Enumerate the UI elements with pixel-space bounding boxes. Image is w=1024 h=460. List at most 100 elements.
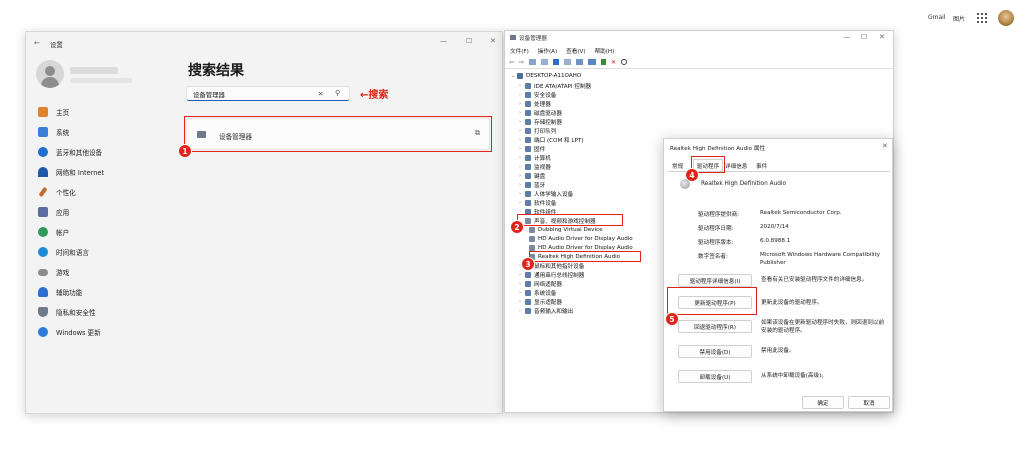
- search-icon[interactable]: ⚲: [335, 89, 340, 97]
- update-driver-icon[interactable]: [601, 59, 607, 65]
- device-icon: [525, 181, 531, 188]
- minimize-icon[interactable]: —: [440, 37, 447, 45]
- nav-accounts[interactable]: 帐户: [38, 225, 69, 239]
- device-icon: [525, 154, 531, 161]
- enable-device-icon[interactable]: [621, 59, 628, 65]
- dialog-close-icon[interactable]: ✕: [882, 142, 888, 150]
- tree-item[interactable]: › 端口 (COM 和 LPT): [519, 136, 584, 144]
- uninstall-device-desc: 从系统中卸载设备(高级)。: [761, 373, 827, 379]
- list-view-icon[interactable]: [541, 59, 549, 65]
- dialog-title: Realtek High Definition Audio 属性: [670, 146, 766, 152]
- detail-view-icon[interactable]: [564, 59, 572, 65]
- nav-privacy[interactable]: 隐私和安全性: [38, 305, 96, 319]
- driver-details-desc: 查看有关已安装驱动程序文件的详细信息。: [761, 277, 868, 283]
- tree-item[interactable]: › 安全设备: [519, 91, 556, 99]
- tree-item[interactable]: › 打印队列: [519, 127, 556, 135]
- devmgr-toolbar: ⇦ ⇨ ✕: [509, 57, 628, 67]
- nav-apps[interactable]: 应用: [38, 205, 69, 219]
- tree-item[interactable]: › 固件: [519, 145, 545, 153]
- tab-general[interactable]: 常规: [672, 162, 683, 170]
- menu-action[interactable]: 操作(A): [538, 47, 557, 55]
- accessibility-icon: [38, 287, 48, 297]
- rollback-driver-button[interactable]: 回退驱动程序(R): [678, 320, 752, 333]
- tree-root[interactable]: ⌄ DESKTOP-A11OAHO: [511, 72, 581, 80]
- highlight-realtek: [529, 251, 641, 262]
- devmgr-close-icon[interactable]: ✕: [879, 33, 885, 41]
- globe-icon: [38, 247, 48, 257]
- disable-device-button[interactable]: 禁用设备(D): [678, 345, 752, 358]
- nav-network[interactable]: 网络和 Internet: [38, 165, 104, 179]
- tree-item[interactable]: › 人体学输入设备: [519, 190, 573, 198]
- monitor-toolbar-icon[interactable]: [588, 59, 597, 65]
- user-name-redacted: [70, 67, 118, 74]
- images-link[interactable]: 图片: [953, 14, 965, 23]
- nav-bluetooth[interactable]: 蓝牙和其他设备: [38, 145, 102, 159]
- devmgr-minimize-icon[interactable]: —: [843, 33, 850, 41]
- properties-dialog: Realtek High Definition Audio 属性 ✕ 常规 驱动…: [663, 138, 893, 412]
- tree-item[interactable]: › 处理器: [519, 100, 551, 108]
- nav-gaming[interactable]: 游戏: [38, 265, 69, 279]
- tree-item[interactable]: Dubbing Virtual Device: [529, 226, 603, 234]
- clear-icon[interactable]: ✕: [318, 90, 323, 98]
- tree-item[interactable]: › 蓝牙: [519, 181, 545, 189]
- tree-item[interactable]: › 存储控制器: [519, 118, 562, 126]
- prop-value-version: 6.0.8988.1: [760, 238, 791, 244]
- nav-home[interactable]: 主页: [38, 105, 69, 119]
- tab-details[interactable]: 详细信息: [725, 162, 747, 170]
- driver-details-button[interactable]: 驱动程序详细信息(I): [678, 274, 752, 287]
- tree-item[interactable]: › 通用串行总线控制器: [519, 271, 584, 279]
- tree-item[interactable]: › 磁盘驱动器: [519, 109, 562, 117]
- prop-value-provider: Realtek Semiconductor Corp.: [760, 210, 842, 216]
- step-badge-3: 3: [521, 257, 535, 271]
- monitor-icon: [38, 127, 48, 137]
- tree-item[interactable]: › 网络适配器: [519, 280, 562, 288]
- device-icon: [525, 118, 531, 125]
- ok-button[interactable]: 确定: [802, 396, 844, 409]
- tree-item[interactable]: HD Audio Driver for Display Audio: [529, 235, 633, 243]
- forward-icon[interactable]: ⇨: [519, 59, 524, 66]
- help-icon[interactable]: [553, 59, 560, 65]
- speaker-icon: [529, 235, 535, 242]
- cancel-button[interactable]: 取消: [848, 396, 890, 409]
- gmail-link[interactable]: Gmail: [928, 14, 946, 21]
- brush-icon: [38, 186, 48, 198]
- uninstall-device-button[interactable]: 卸载设备(U): [678, 370, 752, 383]
- devmgr-maximize-icon[interactable]: ☐: [861, 33, 867, 41]
- tree-item[interactable]: › IDE ATA/ATAPI 控制器: [519, 82, 591, 90]
- close-icon[interactable]: ✕: [490, 37, 496, 45]
- remove-device-icon[interactable]: ✕: [611, 59, 616, 66]
- maximize-icon[interactable]: ☐: [466, 37, 472, 45]
- tree-item[interactable]: › 音频输入和输出: [519, 307, 573, 315]
- nav-personalization[interactable]: 个性化: [38, 185, 76, 199]
- prop-value-date: 2020/7/14: [760, 224, 789, 230]
- properties-icon[interactable]: [529, 59, 537, 65]
- menu-file[interactable]: 文件(F): [510, 47, 529, 55]
- prop-label-version: 驱动程序版本:: [698, 240, 734, 246]
- nav-windows-update[interactable]: Windows 更新: [38, 325, 101, 339]
- search-input[interactable]: 设备管理器 ✕ ⚲: [186, 86, 350, 101]
- nav-accessibility[interactable]: 辅助功能: [38, 285, 82, 299]
- nav-system[interactable]: 系统: [38, 125, 69, 139]
- google-account-avatar[interactable]: [998, 10, 1014, 26]
- menu-help[interactable]: 帮助(H): [595, 47, 615, 55]
- gamepad-icon: [38, 268, 48, 276]
- nav-time-language[interactable]: 时间和语言: [38, 245, 89, 259]
- tree-item[interactable]: › 显示适配器: [519, 298, 562, 306]
- user-avatar: [36, 60, 64, 88]
- tree-item[interactable]: › 计算机: [519, 154, 551, 162]
- tab-events[interactable]: 事件: [756, 162, 767, 170]
- speaker-icon: [529, 244, 535, 251]
- tree-item[interactable]: › 软件设备: [519, 199, 556, 207]
- step-badge-5: 5: [665, 312, 679, 326]
- google-apps-icon[interactable]: [977, 13, 987, 23]
- scan-hardware-icon[interactable]: [576, 59, 584, 65]
- back-icon[interactable]: ⇦: [509, 59, 514, 66]
- menu-view[interactable]: 查看(V): [566, 47, 585, 55]
- device-icon: [525, 127, 531, 134]
- tree-item[interactable]: › 系统设备: [519, 289, 556, 297]
- tree-item[interactable]: › 键盘: [519, 172, 545, 180]
- device-manager-app-icon: [510, 35, 516, 40]
- computer-icon: [517, 73, 523, 79]
- tree-item[interactable]: › 监视器: [519, 163, 551, 171]
- back-arrow-icon[interactable]: ←: [34, 39, 40, 47]
